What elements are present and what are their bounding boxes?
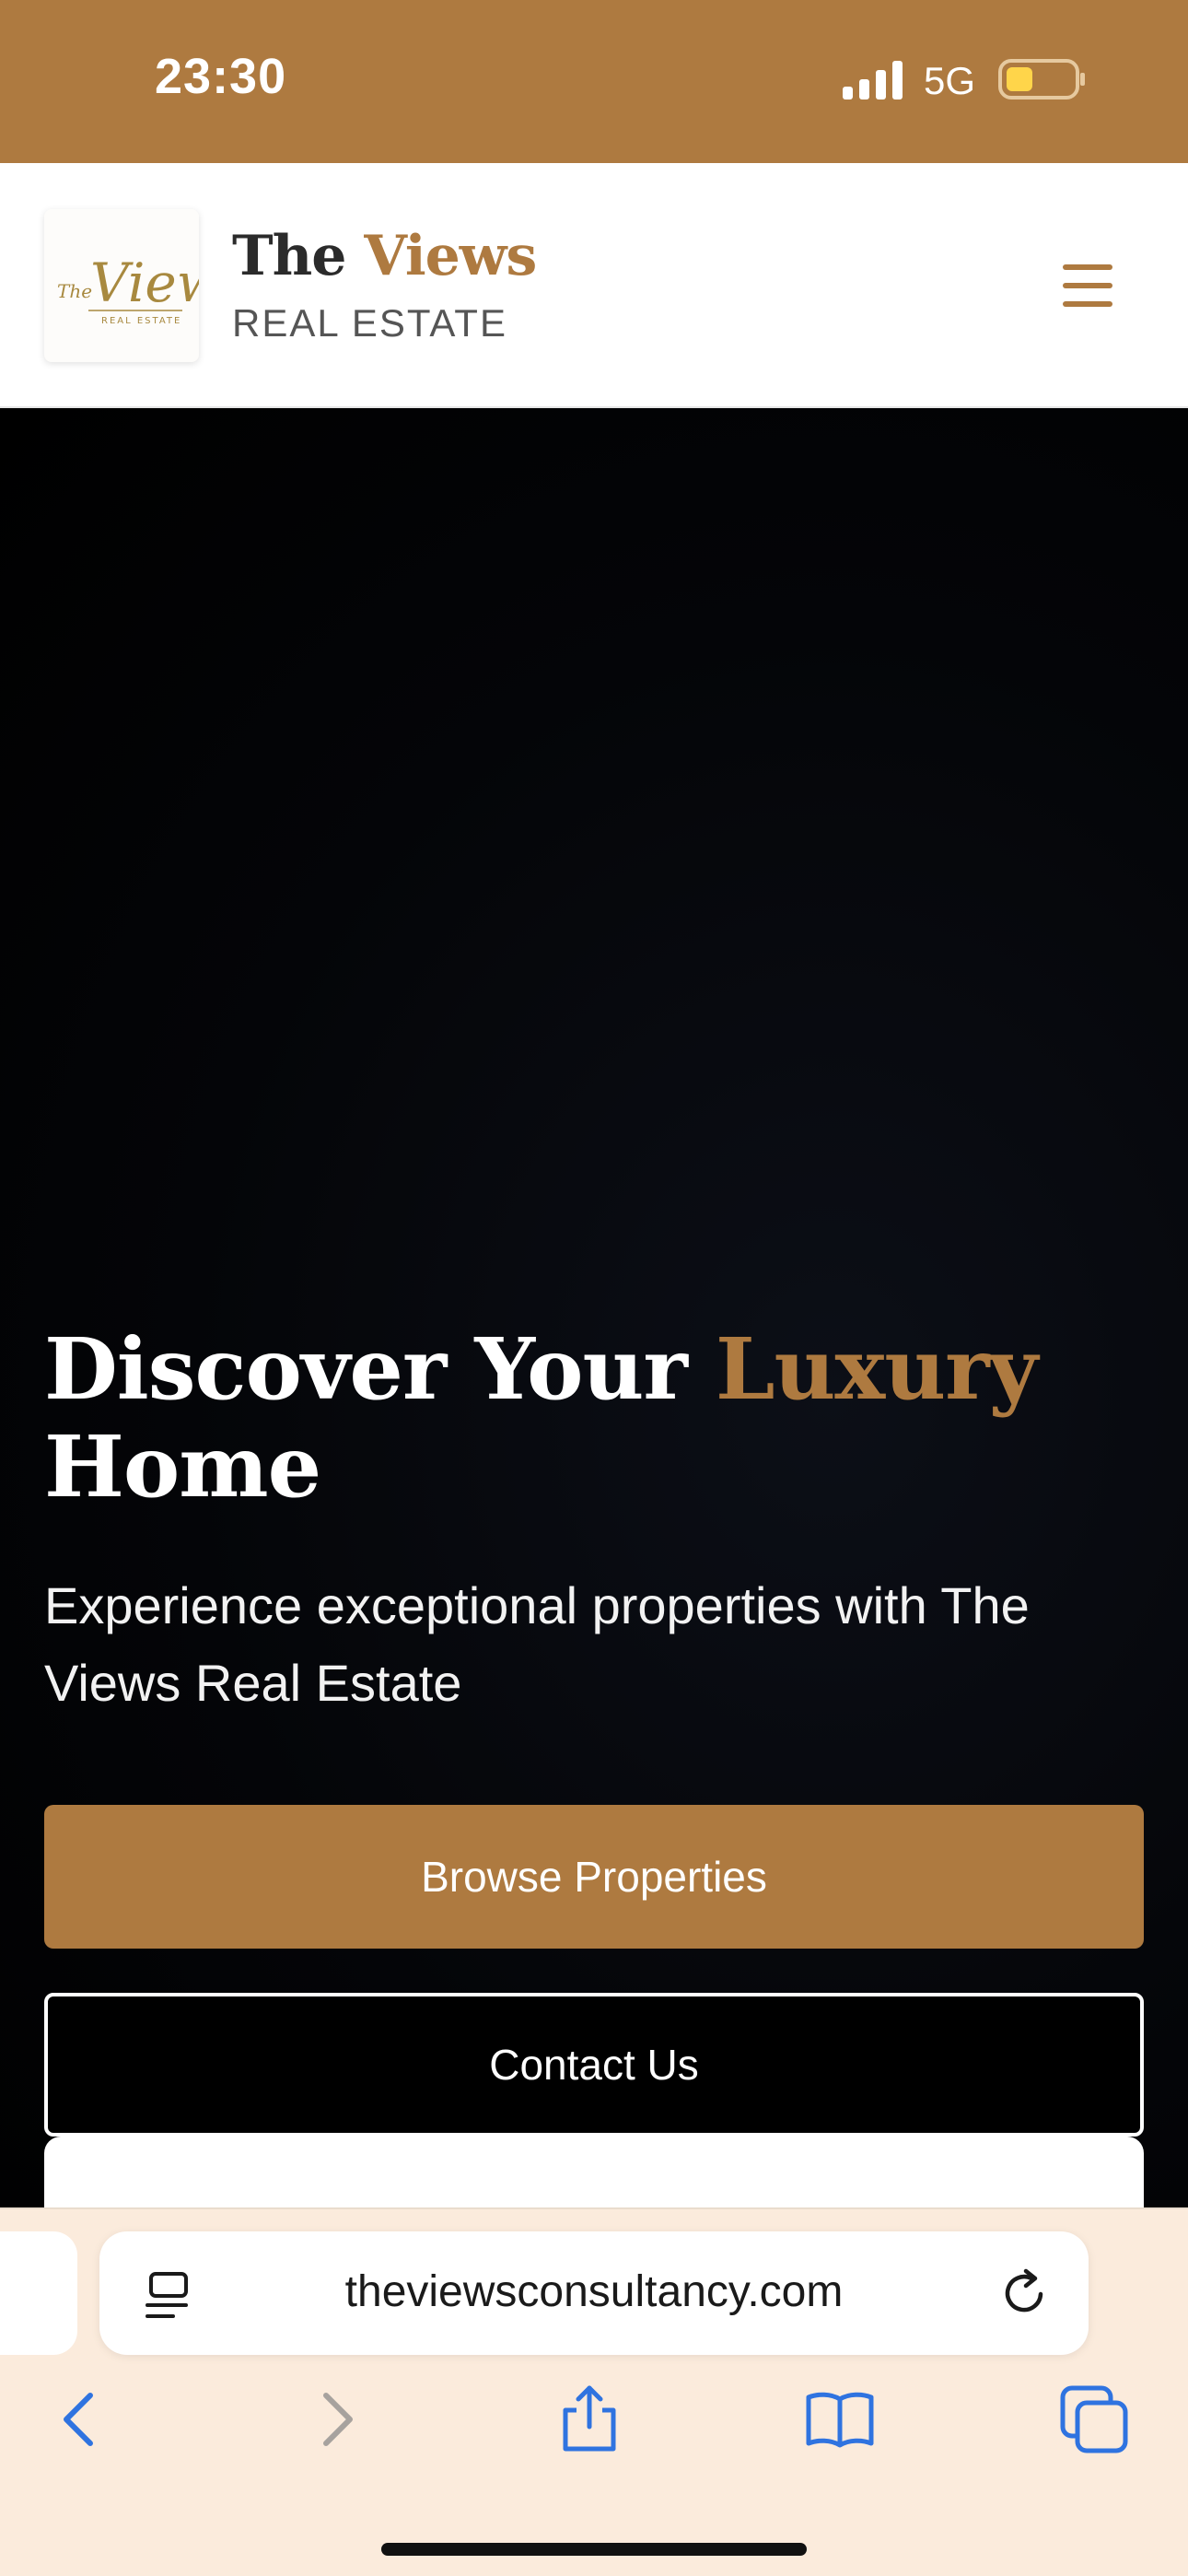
- browser-toolbar: theviewsconsultancy.com: [0, 2207, 1188, 2576]
- contact-us-button[interactable]: Contact Us: [44, 1993, 1144, 2137]
- status-time: 23:30: [155, 49, 287, 104]
- forward-icon[interactable]: [300, 2383, 374, 2456]
- hamburger-menu-icon[interactable]: [1050, 255, 1127, 316]
- reader-icon[interactable]: [146, 2270, 193, 2320]
- share-icon[interactable]: [553, 2383, 626, 2456]
- svg-text:REAL ESTATE: REAL ESTATE: [101, 316, 181, 326]
- previous-tab-preview[interactable]: [0, 2231, 77, 2355]
- hero-title: Discover Your Luxury Home: [44, 1320, 1149, 1516]
- network-label: 5G: [924, 59, 976, 102]
- battery-icon: [998, 59, 1085, 100]
- bookmarks-icon[interactable]: [803, 2383, 877, 2456]
- address-bar[interactable]: theviewsconsultancy.com: [99, 2231, 1089, 2355]
- browse-properties-button[interactable]: Browse Properties: [44, 1805, 1144, 1949]
- hero-subtitle: Experience exceptional properties with T…: [44, 1576, 1030, 1712]
- status-bar: 23:30 5G: [0, 0, 1188, 163]
- url-text[interactable]: theviewsconsultancy.com: [210, 2266, 978, 2317]
- brand-title: The Views: [232, 224, 537, 288]
- hero-title-part2: Home: [44, 1417, 321, 1516]
- hero-title-part1: Discover Your: [44, 1319, 716, 1419]
- brand-views: Views: [364, 224, 537, 288]
- svg-text:The: The: [57, 280, 92, 302]
- home-indicator[interactable]: [381, 2543, 807, 2556]
- hero-title-accent: Luxury: [715, 1319, 1038, 1419]
- brand-subtitle: REAL ESTATE: [232, 301, 507, 345]
- site-header: The Views REAL ESTATE The Views REAL EST…: [0, 163, 1188, 408]
- signal-icon: [843, 61, 903, 100]
- logo[interactable]: The Views REAL ESTATE: [44, 209, 199, 362]
- tabs-icon[interactable]: [1057, 2383, 1131, 2456]
- brand-the: The: [232, 224, 346, 288]
- hero-section: Discover Your Luxury Home Experience exc…: [0, 408, 1188, 2219]
- logo-image: The Views REAL ESTATE: [57, 252, 199, 326]
- reload-icon[interactable]: [998, 2266, 1052, 2320]
- svg-text:Views: Views: [90, 252, 199, 314]
- back-icon[interactable]: [42, 2383, 116, 2456]
